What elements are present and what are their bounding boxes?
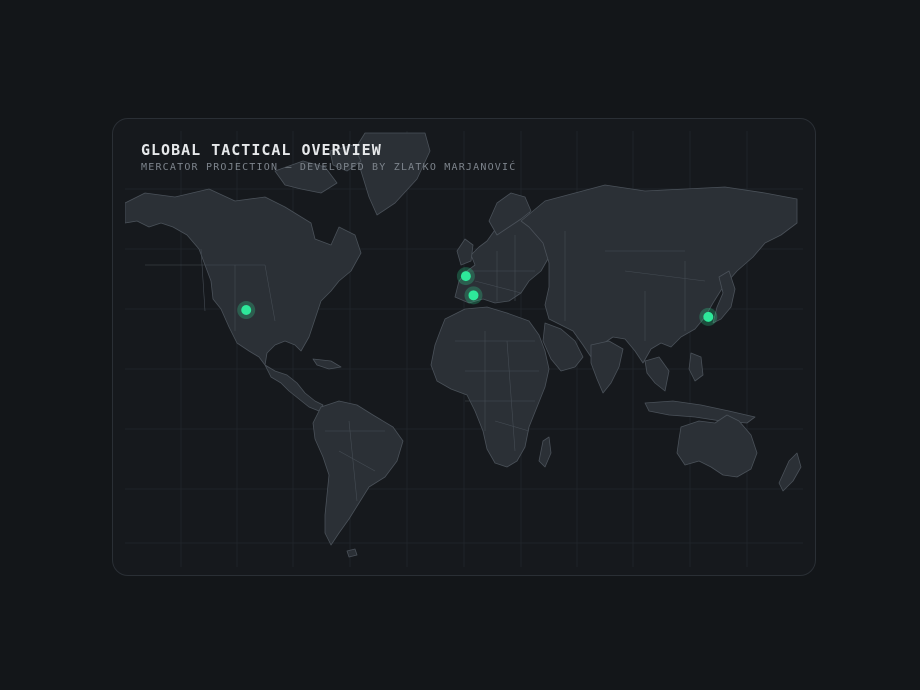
marker-japan[interactable] [703, 311, 714, 322]
marker-germany[interactable] [460, 271, 471, 282]
world-map[interactable] [125, 131, 803, 567]
map-card: GLOBAL TACTICAL OVERVIEW MERCATOR PROJEC… [112, 118, 816, 576]
page-title: GLOBAL TACTICAL OVERVIEW [141, 141, 382, 159]
marker-usa[interactable] [241, 305, 252, 316]
page-subtitle: MERCATOR PROJECTION — DEVELOPED BY ZLATK… [141, 162, 517, 173]
marker-italy[interactable] [468, 290, 479, 301]
